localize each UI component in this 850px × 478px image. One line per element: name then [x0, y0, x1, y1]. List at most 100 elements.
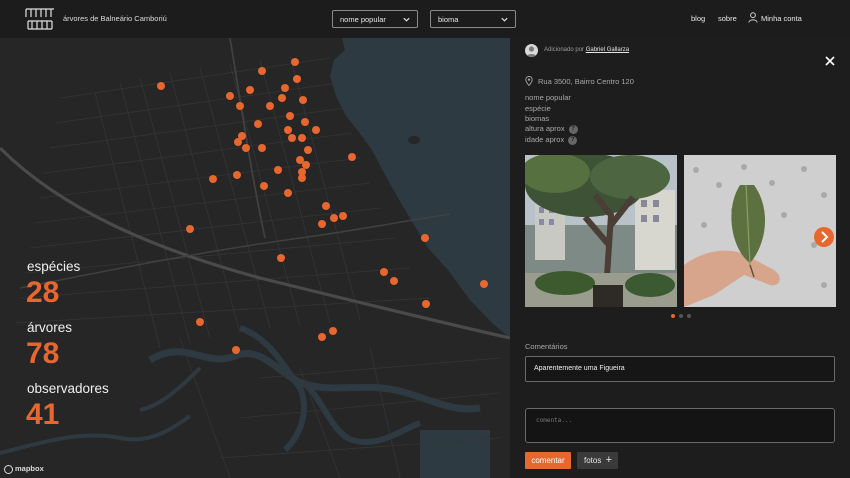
help-icon[interactable]: ? — [568, 124, 578, 134]
tree-marker[interactable] — [304, 146, 312, 154]
tree-marker[interactable] — [274, 166, 282, 174]
tree-marker[interactable] — [380, 268, 388, 276]
tree-marker[interactable] — [209, 175, 217, 183]
plus-icon: + — [605, 454, 612, 466]
field-species: espécie — [525, 104, 551, 113]
tree-marker[interactable] — [421, 234, 429, 242]
site-logo[interactable] — [24, 6, 56, 32]
tree-marker[interactable] — [298, 174, 306, 182]
mapbox-attribution[interactable]: mapbox — [4, 464, 44, 474]
tree-marker[interactable] — [186, 225, 194, 233]
chevron-down-icon — [501, 17, 508, 22]
avatar-person-icon — [526, 46, 537, 57]
tree-marker[interactable] — [284, 189, 292, 197]
field-height-label: altura aprox — [525, 124, 565, 133]
carousel-dot[interactable] — [687, 314, 691, 318]
brand-title[interactable]: árvores de Balneário Camboriú — [63, 14, 167, 23]
tree-marker[interactable] — [329, 327, 337, 335]
chevron-right-icon — [821, 231, 829, 243]
tree-marker[interactable] — [232, 346, 240, 354]
mapbox-attribution-text: mapbox — [15, 464, 44, 473]
tree-marker[interactable] — [390, 277, 398, 285]
nav-about-link[interactable]: sobre — [718, 14, 737, 23]
tree-marker[interactable] — [312, 126, 320, 134]
help-icon[interactable]: ? — [568, 135, 578, 145]
tree-marker[interactable] — [260, 182, 268, 190]
tree-photo-image — [525, 155, 677, 307]
tree-marker[interactable] — [286, 112, 294, 120]
tree-marker[interactable] — [339, 212, 347, 220]
tree-marker[interactable] — [288, 134, 296, 142]
field-age: idade aprox? — [525, 135, 578, 145]
top-bar: árvores de Balneário Camboriú nome popul… — [0, 0, 850, 38]
tree-marker[interactable] — [254, 120, 262, 128]
field-height: altura aprox? — [525, 124, 578, 134]
tree-map[interactable]: espécies 28 árvores 78 observadores 41 — [0, 38, 510, 478]
tree-marker[interactable] — [322, 202, 330, 210]
tree-marker[interactable] — [480, 280, 488, 288]
tree-marker[interactable] — [157, 82, 165, 90]
tree-marker[interactable] — [233, 171, 241, 179]
tree-marker[interactable] — [196, 318, 204, 326]
tree-marker[interactable] — [348, 153, 356, 161]
tree-marker[interactable] — [236, 102, 244, 110]
tree-detail-panel: Adicionado por Gabriel Gallarza Rua 3500… — [510, 38, 850, 478]
species-count-label: espécies — [27, 259, 81, 274]
user-icon[interactable] — [748, 12, 758, 23]
tree-marker[interactable] — [258, 67, 266, 75]
avatar[interactable] — [525, 44, 538, 57]
tree-marker[interactable] — [246, 86, 254, 94]
tree-marker[interactable] — [278, 94, 286, 102]
comment-input[interactable]: comenta... — [525, 408, 835, 443]
tree-marker[interactable] — [281, 84, 289, 92]
location-pin-icon — [525, 76, 533, 86]
tree-marker[interactable] — [298, 134, 306, 142]
tree-marker[interactable] — [258, 144, 266, 152]
tree-marker[interactable] — [318, 333, 326, 341]
tree-marker[interactable] — [301, 118, 309, 126]
nav-account-link[interactable]: Minha conta — [761, 14, 802, 23]
close-icon[interactable] — [824, 55, 836, 67]
tree-address: Rua 3500, Bairro Centro 120 — [538, 77, 634, 86]
trees-count-value: 78 — [26, 337, 60, 370]
biome-filter-label: bioma — [438, 15, 459, 24]
tree-marker[interactable] — [318, 220, 326, 228]
tree-marker[interactable] — [291, 58, 299, 66]
field-common-name: nome popular — [525, 93, 571, 102]
tree-photo[interactable] — [525, 155, 677, 307]
added-by: Adicionado por Gabriel Gallarza — [544, 47, 629, 53]
added-by-user-link[interactable]: Gabriel Gallarza — [586, 47, 629, 53]
add-photos-label: fotos — [584, 456, 602, 465]
tree-marker[interactable] — [299, 96, 307, 104]
tree-marker[interactable] — [266, 102, 274, 110]
observers-count-value: 41 — [26, 398, 60, 431]
carousel-next-button[interactable] — [814, 227, 834, 247]
common-name-filter[interactable]: nome popular — [332, 10, 418, 28]
nav-blog-link[interactable]: blog — [691, 14, 705, 23]
carousel-dot[interactable] — [671, 314, 675, 318]
tree-marker[interactable] — [242, 144, 250, 152]
added-by-prefix: Adicionado por — [544, 47, 585, 53]
submit-comment-button[interactable]: comentar — [525, 452, 571, 469]
trees-count-label: árvores — [27, 320, 73, 335]
biome-filter[interactable]: bioma — [430, 10, 516, 28]
tree-marker[interactable] — [302, 161, 310, 169]
tree-marker[interactable] — [284, 126, 292, 134]
map-canvas[interactable] — [0, 38, 510, 478]
tree-marker[interactable] — [238, 132, 246, 140]
tree-marker[interactable] — [330, 214, 338, 222]
species-count-value: 28 — [26, 276, 60, 309]
tree-marker[interactable] — [293, 75, 301, 83]
app-root: árvores de Balneário Camboriú nome popul… — [0, 0, 850, 478]
map-lake — [420, 430, 490, 478]
comments-title: Comentários — [525, 342, 568, 351]
field-biomes: biomas — [525, 114, 550, 123]
tree-marker[interactable] — [277, 254, 285, 262]
tree-marker[interactable] — [422, 300, 430, 308]
tree-marker[interactable] — [226, 92, 234, 100]
observers-count-label: observadores — [27, 381, 109, 396]
field-age-label: idade aprox — [525, 135, 565, 144]
map-island — [408, 136, 420, 144]
add-photos-button[interactable]: fotos + — [577, 452, 618, 469]
carousel-dot[interactable] — [679, 314, 683, 318]
